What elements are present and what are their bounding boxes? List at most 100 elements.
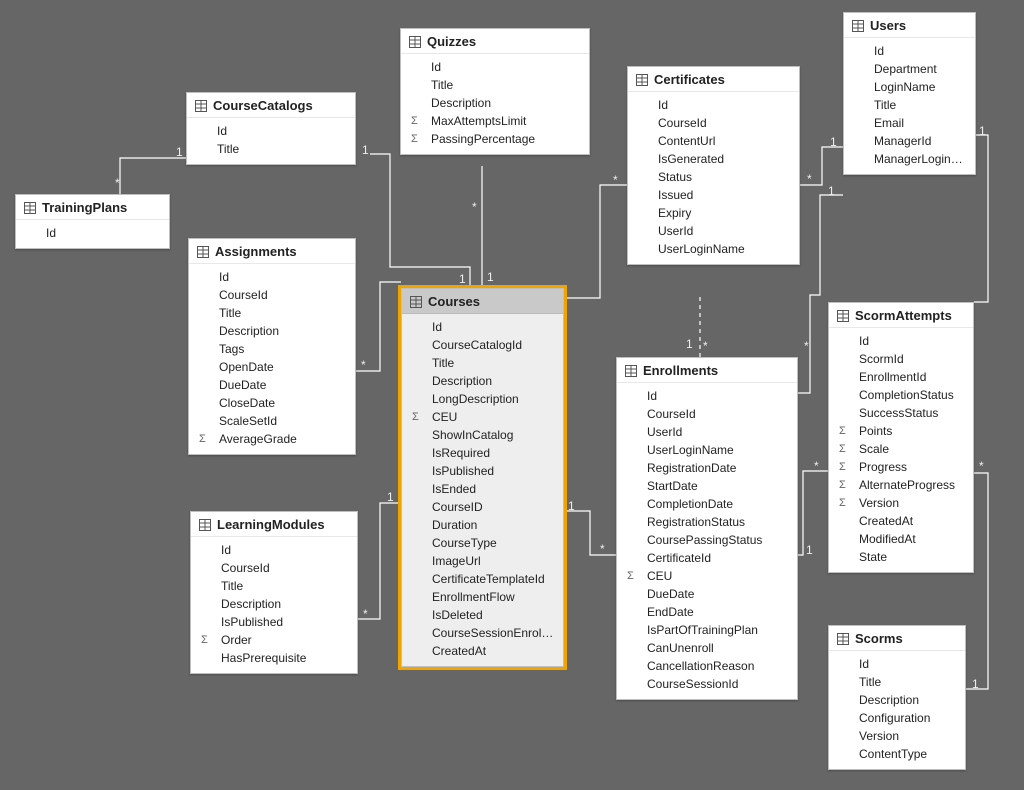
entity-field[interactable]: ContentType (829, 745, 965, 763)
entity-field[interactable]: CancellationReason (617, 657, 797, 675)
entity-field[interactable]: Id (628, 96, 799, 114)
entity-field[interactable]: UserId (617, 423, 797, 441)
entity-field[interactable]: Description (402, 372, 563, 390)
entity-field[interactable]: Duration (402, 516, 563, 534)
entity-field[interactable]: HasPrerequisite (191, 649, 357, 667)
entity-field[interactable]: ShowInCatalog (402, 426, 563, 444)
entity-header[interactable]: Courses (402, 289, 563, 314)
entity-field[interactable]: Id (617, 387, 797, 405)
entity-field[interactable]: Id (401, 58, 589, 76)
entity-header[interactable]: Users (844, 13, 975, 38)
entity-assignments[interactable]: Assignments IdCourseIdTitleDescriptionTa… (188, 238, 356, 455)
entity-field[interactable]: Id (187, 122, 355, 140)
entity-field[interactable]: ΣPassingPercentage (401, 130, 589, 148)
entity-field[interactable]: CanUnenroll (617, 639, 797, 657)
entity-field[interactable]: ΣMaxAttemptsLimit (401, 112, 589, 130)
entity-header[interactable]: ScormAttempts (829, 303, 973, 328)
entity-field[interactable]: OpenDate (189, 358, 355, 376)
entity-field[interactable]: UserLoginName (628, 240, 799, 258)
entity-field[interactable]: CourseId (617, 405, 797, 423)
entity-field[interactable]: DueDate (617, 585, 797, 603)
entity-header[interactable]: LearningModules (191, 512, 357, 537)
entity-field[interactable]: Id (829, 332, 973, 350)
entity-course-catalogs[interactable]: CourseCatalogs IdTitle (186, 92, 356, 165)
entity-field[interactable]: EnrollmentFlow (402, 588, 563, 606)
entity-field[interactable]: Id (829, 655, 965, 673)
entity-field[interactable]: RegistrationStatus (617, 513, 797, 531)
entity-field[interactable]: UserId (628, 222, 799, 240)
entity-field[interactable]: ΣScale (829, 440, 973, 458)
entity-header[interactable]: Certificates (628, 67, 799, 92)
entity-field[interactable]: CourseId (189, 286, 355, 304)
entity-field[interactable]: CompletionDate (617, 495, 797, 513)
entity-field[interactable]: Title (844, 96, 975, 114)
entity-field[interactable]: Expiry (628, 204, 799, 222)
entity-field[interactable]: CertificateTemplateId (402, 570, 563, 588)
entity-field[interactable]: ΣVersion (829, 494, 973, 512)
entity-field[interactable]: CreatedAt (829, 512, 973, 530)
entity-header[interactable]: Scorms (829, 626, 965, 651)
entity-field[interactable]: DueDate (189, 376, 355, 394)
entity-field[interactable]: RegistrationDate (617, 459, 797, 477)
entity-field[interactable]: IsPublished (191, 613, 357, 631)
entity-field[interactable]: Title (401, 76, 589, 94)
entity-field[interactable]: Description (189, 322, 355, 340)
entity-field[interactable]: Tags (189, 340, 355, 358)
entity-field[interactable]: Description (191, 595, 357, 613)
entity-field[interactable]: ΣAverageGrade (189, 430, 355, 448)
entity-field[interactable]: Email (844, 114, 975, 132)
entity-field[interactable]: ScaleSetId (189, 412, 355, 430)
entity-field[interactable]: ΣOrder (191, 631, 357, 649)
entity-field[interactable]: State (829, 548, 973, 566)
entity-field[interactable]: UserLoginName (617, 441, 797, 459)
entity-field[interactable]: ManagerLoginName (844, 150, 975, 168)
entity-field[interactable]: Version (829, 727, 965, 745)
entity-field[interactable]: ManagerId (844, 132, 975, 150)
entity-header[interactable]: Assignments (189, 239, 355, 264)
entity-field[interactable]: CertificateId (617, 549, 797, 567)
entity-field[interactable]: CourseType (402, 534, 563, 552)
entity-field[interactable]: CourseCatalogId (402, 336, 563, 354)
entity-certificates[interactable]: Certificates IdCourseIdContentUrlIsGener… (627, 66, 800, 265)
entity-field[interactable]: IsRequired (402, 444, 563, 462)
entity-users[interactable]: Users IdDepartmentLoginNameTitleEmailMan… (843, 12, 976, 175)
entity-field[interactable]: Description (401, 94, 589, 112)
entity-field[interactable]: ΣProgress (829, 458, 973, 476)
entity-header[interactable]: Enrollments (617, 358, 797, 383)
entity-field[interactable]: CreatedAt (402, 642, 563, 660)
entity-field[interactable]: LoginName (844, 78, 975, 96)
entity-field[interactable]: Title (402, 354, 563, 372)
entity-field[interactable]: IsDeleted (402, 606, 563, 624)
entity-field[interactable]: IsGenerated (628, 150, 799, 168)
entity-field[interactable]: CompletionStatus (829, 386, 973, 404)
entity-field[interactable]: Issued (628, 186, 799, 204)
entity-field[interactable]: ΣAlternateProgress (829, 476, 973, 494)
entity-field[interactable]: Title (829, 673, 965, 691)
entity-field[interactable]: ImageUrl (402, 552, 563, 570)
entity-field[interactable]: ΣCEU (402, 408, 563, 426)
entity-header[interactable]: Quizzes (401, 29, 589, 54)
entity-field[interactable]: SuccessStatus (829, 404, 973, 422)
entity-field[interactable]: StartDate (617, 477, 797, 495)
entity-field[interactable]: CourseSessionId (617, 675, 797, 693)
entity-field[interactable]: CoursePassingStatus (617, 531, 797, 549)
entity-courses[interactable]: Courses IdCourseCatalogIdTitleDescriptio… (401, 288, 564, 667)
entity-scorm-attempts[interactable]: ScormAttempts IdScormIdEnrollmentIdCompl… (828, 302, 974, 573)
entity-learning-modules[interactable]: LearningModules IdCourseIdTitleDescripti… (190, 511, 358, 674)
entity-field[interactable]: Id (191, 541, 357, 559)
entity-field[interactable]: CourseSessionEnrollmentType (402, 624, 563, 642)
entity-field[interactable]: EndDate (617, 603, 797, 621)
entity-field[interactable]: ContentUrl (628, 132, 799, 150)
entity-field[interactable]: Id (844, 42, 975, 60)
entity-field[interactable]: Id (189, 268, 355, 286)
entity-field[interactable]: Status (628, 168, 799, 186)
entity-enrollments[interactable]: Enrollments IdCourseIdUserIdUserLoginNam… (616, 357, 798, 700)
entity-field[interactable]: Title (189, 304, 355, 322)
entity-field[interactable]: Title (187, 140, 355, 158)
entity-field[interactable]: Configuration (829, 709, 965, 727)
entity-field[interactable]: CloseDate (189, 394, 355, 412)
entity-field[interactable]: LongDescription (402, 390, 563, 408)
entity-field[interactable]: CourseID (402, 498, 563, 516)
entity-header[interactable]: CourseCatalogs (187, 93, 355, 118)
entity-field[interactable]: ScormId (829, 350, 973, 368)
